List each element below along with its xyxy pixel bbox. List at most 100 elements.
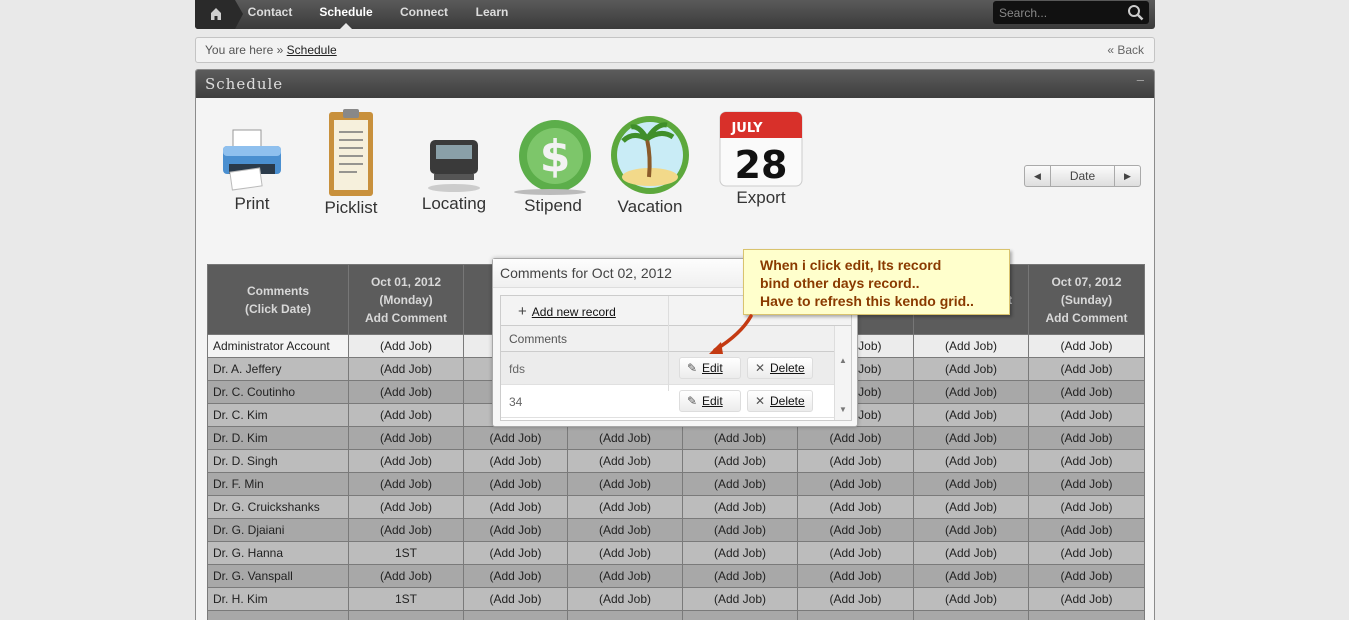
vacation-tool[interactable]: Vacation xyxy=(606,113,694,217)
nav-item-schedule[interactable]: Schedule xyxy=(313,0,379,29)
schedule-cell[interactable]: (Add Job) xyxy=(797,587,914,611)
schedule-cell[interactable]: (Add Job) xyxy=(348,426,464,450)
schedule-cell[interactable]: 1ST xyxy=(348,541,464,565)
schedule-cell[interactable]: (Add Job) xyxy=(797,564,914,588)
schedule-cell[interactable] xyxy=(348,610,464,620)
schedule-cell[interactable]: (Add Job) xyxy=(913,426,1029,450)
schedule-cell[interactable]: (Add Job) xyxy=(567,472,683,496)
print-tool[interactable]: Print xyxy=(218,126,286,214)
next-week-button[interactable]: ▶ xyxy=(1114,166,1140,186)
schedule-cell[interactable]: (Add Job) xyxy=(913,541,1029,565)
schedule-cell[interactable]: (Add Job) xyxy=(567,449,683,473)
export-tool[interactable]: JULY 28 Export xyxy=(716,110,806,208)
schedule-cell[interactable] xyxy=(567,610,683,620)
add-record-button[interactable]: + Add new record xyxy=(518,303,616,320)
schedule-cell[interactable]: (Add Job) xyxy=(348,495,464,519)
schedule-cell[interactable]: (Add Job) xyxy=(1028,472,1145,496)
delete-button[interactable]: ✕ Delete xyxy=(747,390,813,412)
nav-item-contact[interactable]: Contact xyxy=(245,0,295,29)
schedule-cell[interactable]: (Add Job) xyxy=(1028,495,1145,519)
nav-item-learn[interactable]: Learn xyxy=(469,0,515,29)
schedule-cell[interactable]: (Add Job) xyxy=(463,587,568,611)
schedule-cell[interactable]: (Add Job) xyxy=(348,564,464,588)
schedule-cell[interactable]: (Add Job) xyxy=(797,472,914,496)
schedule-cell[interactable]: (Add Job) xyxy=(463,495,568,519)
schedule-cell[interactable]: (Add Job) xyxy=(348,380,464,404)
schedule-cell[interactable]: (Add Job) xyxy=(463,518,568,542)
schedule-cell[interactable]: (Add Job) xyxy=(1028,564,1145,588)
grid-header-comments[interactable]: Comments (Click Date) xyxy=(207,264,349,335)
schedule-cell[interactable]: (Add Job) xyxy=(682,541,798,565)
schedule-cell[interactable]: (Add Job) xyxy=(1028,403,1145,427)
schedule-cell[interactable]: 1ST xyxy=(348,587,464,611)
schedule-cell[interactable]: (Add Job) xyxy=(348,403,464,427)
schedule-cell[interactable]: (Add Job) xyxy=(567,426,683,450)
schedule-cell[interactable]: (Add Job) xyxy=(1028,334,1145,358)
schedule-cell[interactable]: (Add Job) xyxy=(1028,518,1145,542)
schedule-cell[interactable]: (Add Job) xyxy=(348,518,464,542)
schedule-cell[interactable]: (Add Job) xyxy=(913,495,1029,519)
scroll-down-icon[interactable]: ▼ xyxy=(839,405,847,414)
schedule-cell[interactable]: (Add Job) xyxy=(567,564,683,588)
schedule-cell[interactable]: (Add Job) xyxy=(1028,426,1145,450)
schedule-cell[interactable]: (Add Job) xyxy=(913,564,1029,588)
schedule-cell[interactable]: (Add Job) xyxy=(913,403,1029,427)
schedule-cell[interactable]: (Add Job) xyxy=(1028,449,1145,473)
date-picker-button[interactable]: Date xyxy=(1051,166,1114,186)
schedule-cell[interactable] xyxy=(463,610,568,620)
schedule-cell[interactable]: (Add Job) xyxy=(913,472,1029,496)
schedule-cell[interactable] xyxy=(1028,610,1145,620)
edit-button[interactable]: ✎ Edit xyxy=(679,357,741,379)
schedule-cell[interactable]: (Add Job) xyxy=(913,518,1029,542)
vertical-scrollbar[interactable]: ▲ ▼ xyxy=(834,326,851,420)
scroll-up-icon[interactable]: ▲ xyxy=(839,356,847,365)
search-input[interactable] xyxy=(999,5,1121,21)
schedule-cell[interactable]: (Add Job) xyxy=(682,449,798,473)
schedule-cell[interactable]: (Add Job) xyxy=(682,587,798,611)
collapse-button[interactable]: – xyxy=(1137,72,1144,87)
schedule-cell[interactable]: (Add Job) xyxy=(463,426,568,450)
schedule-cell[interactable]: (Add Job) xyxy=(682,495,798,519)
nav-item-connect[interactable]: Connect xyxy=(395,0,453,29)
schedule-cell[interactable]: (Add Job) xyxy=(682,426,798,450)
stipend-tool[interactable]: $ Stipend xyxy=(510,116,596,216)
schedule-cell[interactable]: (Add Job) xyxy=(913,334,1029,358)
schedule-cell[interactable]: (Add Job) xyxy=(682,564,798,588)
prev-week-button[interactable]: ◀ xyxy=(1025,166,1051,186)
schedule-cell[interactable] xyxy=(913,610,1029,620)
schedule-cell[interactable]: (Add Job) xyxy=(1028,587,1145,611)
schedule-cell[interactable]: (Add Job) xyxy=(463,449,568,473)
schedule-cell[interactable]: (Add Job) xyxy=(797,426,914,450)
schedule-cell[interactable]: (Add Job) xyxy=(797,495,914,519)
schedule-cell[interactable]: (Add Job) xyxy=(348,449,464,473)
schedule-cell[interactable]: (Add Job) xyxy=(913,357,1029,381)
schedule-cell[interactable]: (Add Job) xyxy=(348,472,464,496)
picklist-tool[interactable]: Picklist xyxy=(316,108,386,218)
schedule-cell[interactable]: (Add Job) xyxy=(1028,380,1145,404)
schedule-cell[interactable]: (Add Job) xyxy=(913,380,1029,404)
schedule-cell[interactable]: (Add Job) xyxy=(463,541,568,565)
locating-tool[interactable]: Locating xyxy=(418,132,490,214)
breadcrumb-link-schedule[interactable]: Schedule xyxy=(287,43,337,57)
schedule-cell[interactable]: (Add Job) xyxy=(797,541,914,565)
schedule-cell[interactable]: (Add Job) xyxy=(913,587,1029,611)
home-button[interactable] xyxy=(195,0,243,29)
grid-header-day[interactable]: Oct 07, 2012 (Sunday) Add Comment xyxy=(1028,264,1145,335)
schedule-cell[interactable]: (Add Job) xyxy=(913,449,1029,473)
search-icon[interactable] xyxy=(1127,4,1144,21)
schedule-cell[interactable] xyxy=(797,610,914,620)
schedule-cell[interactable]: (Add Job) xyxy=(567,518,683,542)
schedule-cell[interactable]: (Add Job) xyxy=(348,357,464,381)
schedule-cell[interactable]: (Add Job) xyxy=(1028,541,1145,565)
delete-button[interactable]: ✕ Delete xyxy=(747,357,813,379)
schedule-cell[interactable] xyxy=(682,610,798,620)
schedule-cell[interactable]: (Add Job) xyxy=(797,518,914,542)
schedule-cell[interactable]: (Add Job) xyxy=(463,472,568,496)
schedule-cell[interactable]: (Add Job) xyxy=(682,472,798,496)
schedule-cell[interactable]: (Add Job) xyxy=(797,449,914,473)
schedule-cell[interactable]: (Add Job) xyxy=(567,587,683,611)
schedule-cell[interactable]: (Add Job) xyxy=(1028,357,1145,381)
grid-header-day[interactable]: Oct 01, 2012 (Monday) Add Comment xyxy=(348,264,464,335)
schedule-cell[interactable]: (Add Job) xyxy=(463,564,568,588)
edit-button[interactable]: ✎ Edit xyxy=(679,390,741,412)
